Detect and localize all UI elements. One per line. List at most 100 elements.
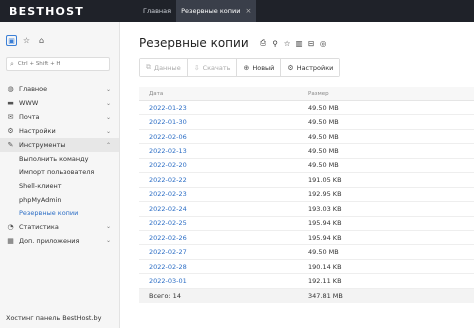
- gear-icon: ⚙: [287, 63, 294, 72]
- column-header-date[interactable]: Дата: [139, 91, 294, 97]
- table-row[interactable]: 2022-02-20 49.50 MB: [139, 159, 474, 174]
- chevron-up-icon: ⌃: [105, 141, 111, 149]
- print-icon[interactable]: ⎙: [259, 38, 268, 48]
- sidebar-item-label: Инструменты: [19, 141, 66, 149]
- backup-date-link[interactable]: 2022-01-30: [139, 118, 294, 126]
- sidebar-footer[interactable]: Хостинг панель BestHost.by: [6, 314, 102, 322]
- sidebar-item-mail[interactable]: ✉ Почта ⌄: [0, 110, 119, 124]
- backup-date-link[interactable]: 2022-02-27: [139, 248, 294, 256]
- total-count: Всего: 14: [149, 291, 181, 300]
- sidebar-item-import-user[interactable]: Импорт пользователя: [0, 166, 119, 180]
- backup-date-link[interactable]: 2022-02-23: [139, 190, 294, 198]
- backups-table: Дата Размер 2022-01-23 49.50 MB 2022-01-30…: [139, 87, 474, 303]
- download-icon: ⇩: [193, 63, 200, 72]
- chevron-down-icon: ⌄: [105, 113, 111, 121]
- sidebar-item-phpmyadmin[interactable]: phpMyAdmin: [0, 193, 119, 207]
- table-row[interactable]: 2022-02-27 49.50 MB: [139, 245, 474, 260]
- sidebar-item-statistics[interactable]: ◔ Статистика ⌄: [0, 220, 119, 234]
- tools-icon: ✎: [7, 141, 14, 149]
- pin-icon[interactable]: ⚲: [271, 39, 280, 48]
- table-row[interactable]: 2022-01-30 49.50 MB: [139, 115, 474, 130]
- toolbar: ⧉ Данные ⇩ Скачать ⊕ Новый ⚙ Настройки: [139, 58, 341, 77]
- plus-icon: ⊕: [243, 63, 250, 72]
- backup-size: 49.50 MB: [308, 147, 339, 156]
- backup-size: 49.50 MB: [308, 118, 339, 127]
- sidebar-item-shell-client[interactable]: Shell-клиент: [0, 179, 119, 193]
- backup-date-link[interactable]: 2022-02-28: [139, 263, 294, 271]
- chevron-down-icon: ⌄: [105, 85, 111, 93]
- backup-size: 195.94 KB: [308, 233, 342, 242]
- backup-size: 49.50 MB: [308, 248, 339, 257]
- backup-date-link[interactable]: 2022-02-24: [139, 205, 294, 213]
- search-icon: ⌕: [10, 59, 14, 68]
- table-row[interactable]: 2022-02-25 195.94 KB: [139, 217, 474, 231]
- backup-size: 191.05 KB: [308, 175, 342, 184]
- page-header: Резервные копии ⎙ ⚲ ☆ ▥ ⊟ ◎: [139, 36, 328, 50]
- tab-backups[interactable]: Резервные копии ×: [176, 0, 257, 22]
- top-tabs: Главная Резервные копии ×: [135, 0, 257, 22]
- apps-icon: ▦: [7, 236, 14, 245]
- backup-size: 193.03 KB: [308, 204, 342, 213]
- table-row[interactable]: 2022-02-28 190.14 KB: [139, 260, 474, 275]
- sidebar-item-run-command[interactable]: Выполнить команду: [0, 152, 119, 166]
- backup-date-link[interactable]: 2022-02-20: [139, 161, 294, 169]
- download-button[interactable]: ⇩ Скачать: [187, 59, 238, 76]
- table-row[interactable]: 2022-02-23 192.95 KB: [139, 188, 474, 203]
- sidebar-item-tools[interactable]: ✎ Инструменты ⌃: [0, 138, 119, 152]
- main-content: Резервные копии ⎙ ⚲ ☆ ▥ ⊟ ◎ ⧉ Данные ⇩ С…: [121, 22, 474, 328]
- backup-date-link[interactable]: 2022-02-22: [139, 176, 294, 184]
- sidebar-toolbar: ▣ ☆ ⌂: [6, 35, 47, 46]
- sidebar-item-label: Главное: [19, 85, 48, 93]
- chart-icon: ◔: [7, 222, 14, 231]
- column-header-size[interactable]: Размер: [294, 91, 329, 97]
- tab-home[interactable]: Главная: [138, 0, 176, 22]
- sidebar-item-apps[interactable]: ▦ Доп. приложения ⌄: [0, 234, 119, 248]
- backup-date-link[interactable]: 2022-02-26: [139, 234, 294, 242]
- settings-button-label: Настройки: [296, 63, 334, 72]
- backup-size: 49.50 MB: [308, 132, 339, 141]
- sidebar-item-settings[interactable]: ⚙ Настройки ⌄: [0, 124, 119, 138]
- sidebar: ▣ ☆ ⌂ ⌕ ◍ Главное ⌄ ▬ WWW ⌄ ✉ Почта ⌄ ⚙ …: [0, 22, 120, 328]
- tab-home-label: Главная: [143, 7, 172, 15]
- sidebar-item-label: Настройки: [19, 127, 56, 135]
- star-icon[interactable]: ☆: [283, 39, 292, 48]
- table-row[interactable]: 2022-02-22 191.05 KB: [139, 173, 474, 188]
- backup-date-link[interactable]: 2022-03-01: [139, 277, 294, 285]
- help-icon[interactable]: ◎: [319, 39, 328, 48]
- dashboard-icon[interactable]: ▣: [6, 35, 17, 46]
- backup-date-link[interactable]: 2022-02-13: [139, 147, 294, 155]
- settings-button[interactable]: ⚙ Настройки: [281, 59, 340, 76]
- backup-date-link[interactable]: 2022-02-06: [139, 133, 294, 141]
- sidebar-search[interactable]: ⌕: [6, 57, 110, 71]
- download-button-label: Скачать: [202, 63, 231, 72]
- new-button[interactable]: ⊕ Новый: [237, 59, 282, 76]
- data-button[interactable]: ⧉ Данные: [140, 59, 188, 76]
- table-row[interactable]: 2022-02-26 195.94 KB: [139, 231, 474, 246]
- table-row[interactable]: 2022-01-23 49.50 MB: [139, 101, 474, 116]
- backup-date-link[interactable]: 2022-01-23: [139, 104, 294, 112]
- brand-logo[interactable]: BESTHOST: [0, 0, 135, 22]
- sidebar-item-label: Доп. приложения: [19, 236, 80, 245]
- header-actions: ⎙ ⚲ ☆ ▥ ⊟ ◎: [259, 38, 328, 48]
- backup-date-link[interactable]: 2022-02-25: [139, 219, 294, 227]
- table-row[interactable]: 2022-02-06 49.50 MB: [139, 130, 474, 145]
- columns-icon[interactable]: ▥: [295, 39, 304, 48]
- close-icon[interactable]: ×: [245, 7, 251, 15]
- sidebar-item-label: WWW: [19, 99, 39, 107]
- filter-icon[interactable]: ⊟: [307, 39, 316, 48]
- table-row[interactable]: 2022-02-24 193.03 KB: [139, 202, 474, 217]
- bag-icon[interactable]: ⌂: [36, 35, 47, 46]
- table-footer: Всего: 14 347.81 MB: [139, 288, 474, 303]
- backup-size: 49.50 MB: [308, 103, 339, 112]
- sidebar-item-www[interactable]: ▬ WWW ⌄: [0, 96, 119, 110]
- sidebar-item-backups[interactable]: Резервные копии: [0, 206, 119, 220]
- search-input[interactable]: [17, 61, 98, 67]
- data-button-label: Данные: [154, 63, 181, 72]
- page-title: Резервные копии: [139, 36, 249, 50]
- total-size: 347.81 MB: [308, 291, 343, 300]
- chevron-down-icon: ⌄: [105, 127, 111, 135]
- star-icon[interactable]: ☆: [21, 35, 32, 46]
- sidebar-item-main[interactable]: ◍ Главное ⌄: [0, 82, 119, 96]
- table-row[interactable]: 2022-03-01 192.11 KB: [139, 274, 474, 289]
- table-row[interactable]: 2022-02-13 49.50 MB: [139, 144, 474, 159]
